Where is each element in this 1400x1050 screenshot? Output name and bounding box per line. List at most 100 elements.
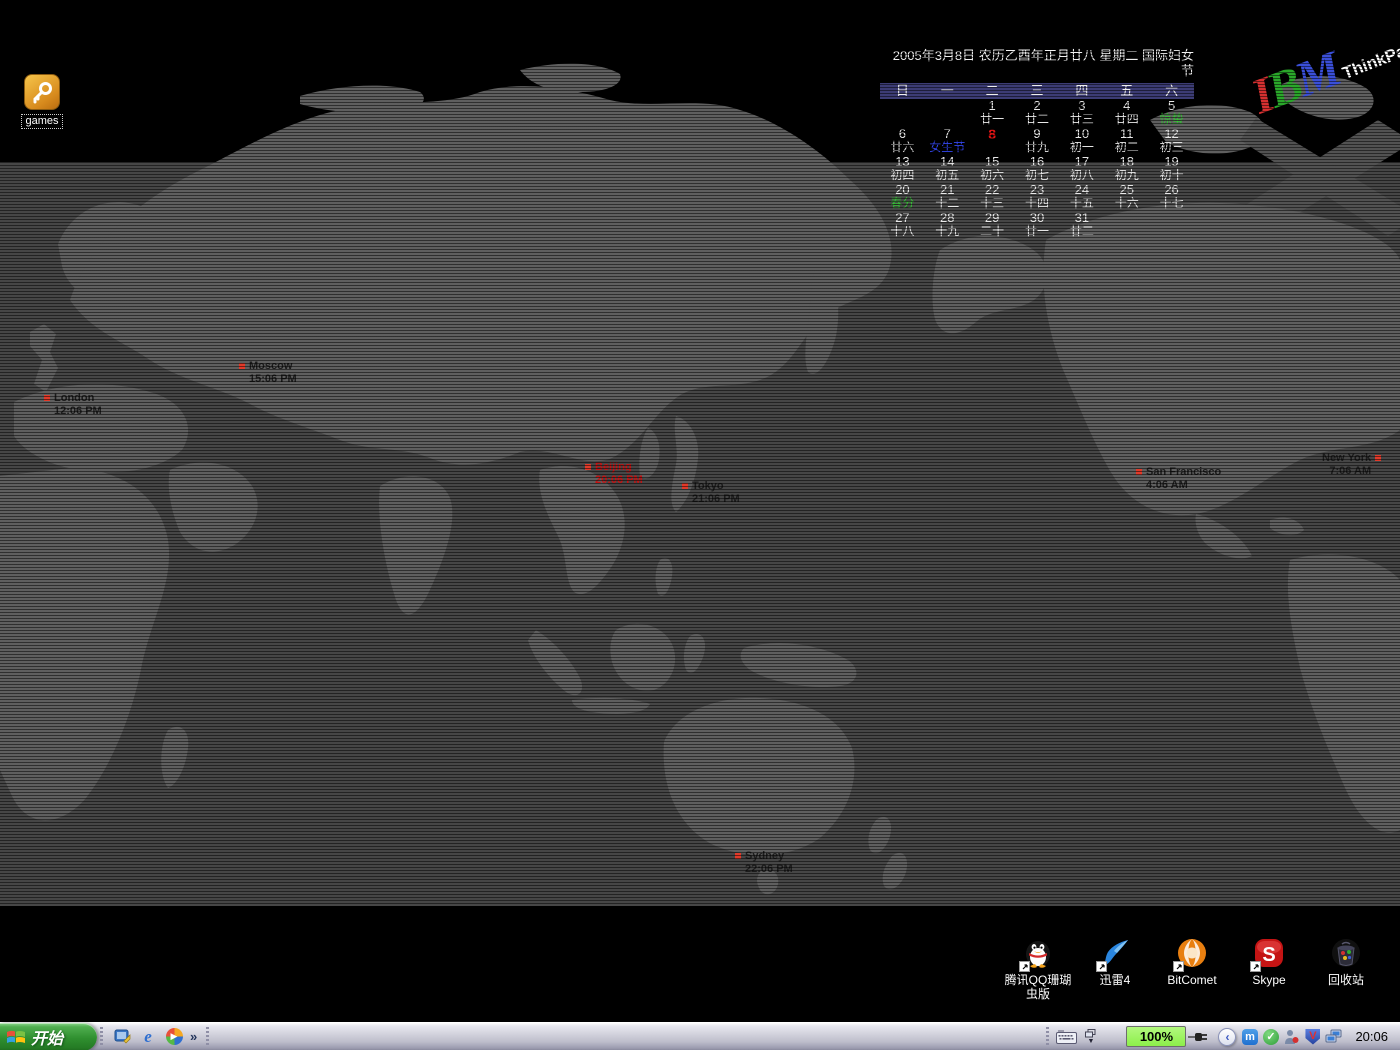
toolbar-drag-handle[interactable]: [100, 1027, 103, 1047]
calendar-cell: 13初四: [880, 155, 925, 183]
toolbar-drag-handle[interactable]: [206, 1027, 209, 1047]
desktop-icon-label[interactable]: 回收站: [1308, 973, 1384, 987]
city-marker-icon: [735, 853, 741, 859]
city-time: 7:06 AM: [1322, 465, 1371, 478]
calendar-cell: 23十四: [1015, 183, 1060, 211]
desktop-icon-qq[interactable]: 腾讯QQ珊瑚虫版: [1000, 936, 1076, 1001]
calendar-cell: 3廿三: [1059, 99, 1104, 127]
desktop-icon-label[interactable]: 腾讯QQ珊瑚虫版: [1000, 973, 1076, 1001]
start-button[interactable]: 开始: [0, 1023, 97, 1050]
desktop-icon-recycle-bin[interactable]: 回收站: [1308, 936, 1384, 987]
media-player-icon[interactable]: ▶: [164, 1027, 184, 1047]
taskbar: 开始 e ▶ » ▼: [0, 1022, 1400, 1050]
caret-down-icon[interactable]: ▼: [1087, 1039, 1094, 1045]
city-name: Beijing: [595, 461, 643, 474]
messenger-tray-icon[interactable]: [1283, 1028, 1300, 1045]
weekday-label: 六: [1149, 83, 1194, 99]
keyboard-icon[interactable]: [1056, 1030, 1077, 1044]
key-icon[interactable]: [24, 74, 60, 110]
city-name: New York: [1322, 452, 1371, 465]
city-marker-icon: [585, 464, 591, 470]
weekday-label: 日: [880, 83, 925, 99]
calendar-cell: 18初九: [1104, 155, 1149, 183]
city-name: Sydney: [745, 850, 793, 863]
show-desktop-icon[interactable]: [112, 1027, 132, 1047]
desktop-icon-label[interactable]: Skype: [1231, 973, 1307, 987]
tray-collapse-chevron[interactable]: ‹: [1218, 1028, 1236, 1046]
city-time: 4:06 AM: [1146, 479, 1221, 492]
weekday-label: 一: [925, 83, 970, 99]
battery-meter[interactable]: 100%: [1126, 1026, 1186, 1047]
weekday-label: 四: [1059, 83, 1104, 99]
qq-penguin-icon[interactable]: [1021, 936, 1055, 970]
language-bar-options[interactable]: ▼: [1085, 1029, 1096, 1045]
recycle-bin-icon[interactable]: [1329, 936, 1363, 970]
shortcut-arrow-icon: [1019, 961, 1030, 972]
calendar-cell: 25十六: [1104, 183, 1149, 211]
calendar-cell: 10初一: [1059, 127, 1104, 155]
calendar-cell: [925, 99, 970, 127]
thunder-bird-icon[interactable]: [1098, 936, 1132, 970]
network-connection-tray-icon[interactable]: [1325, 1028, 1342, 1045]
city-time: 20:06 PM: [595, 474, 643, 487]
calendar-cell-today: 8: [970, 127, 1015, 155]
desktop-icon-label[interactable]: games: [21, 114, 62, 129]
calendar-cell: 26十七: [1149, 183, 1194, 211]
desktop-icon-label[interactable]: 迅雷4: [1077, 973, 1153, 987]
city-name: London: [54, 392, 102, 405]
calendar-cell: 29二十: [970, 211, 1015, 239]
calendar-cell: 27十八: [880, 211, 925, 239]
calendar-cell: 16初七: [1015, 155, 1060, 183]
calendar-cell: 4廿四: [1104, 99, 1149, 127]
city-marker-icon: [682, 483, 688, 489]
desktop-icon-bitcomet[interactable]: BitComet: [1154, 936, 1230, 987]
chinese-calendar-widget: 2005年3月8日 农历乙酉年正月廿八 星期二 国际妇女节 日 一 二 三 四 …: [880, 48, 1194, 239]
city-sydney: Sydney 22:06 PM: [735, 850, 793, 876]
weekday-label: 二: [970, 83, 1015, 99]
calendar-grid: 1廿一 2廿二 3廿三 4廿四 5惊蛰 6廿六 7女生节 8 9廿九 10初一 …: [880, 99, 1194, 239]
city-time: 15:06 PM: [249, 373, 297, 386]
internet-explorer-icon[interactable]: e: [138, 1027, 158, 1047]
restore-window-icon[interactable]: [1085, 1029, 1096, 1038]
calendar-cell: 9廿九: [1015, 127, 1060, 155]
city-marker-icon: [1136, 469, 1142, 475]
desktop-icon-label[interactable]: BitComet: [1154, 973, 1230, 987]
desktop-icon-games[interactable]: games: [14, 74, 70, 129]
calendar-cell: 11初二: [1104, 127, 1149, 155]
skype-icon[interactable]: S: [1252, 936, 1286, 970]
windows-logo-icon: [6, 1028, 26, 1046]
bitcomet-globe-icon[interactable]: [1175, 936, 1209, 970]
city-marker-icon: [1375, 455, 1381, 461]
weekday-label: 三: [1015, 83, 1060, 99]
quick-launch-more-chevron[interactable]: »: [190, 1029, 197, 1044]
taskbar-clock[interactable]: 20:06: [1347, 1029, 1400, 1044]
calendar-cell: 31廿二: [1059, 211, 1104, 239]
calendar-title: 2005年3月8日 农历乙酉年正月廿八 星期二 国际妇女节: [880, 48, 1194, 78]
city-marker-icon: [44, 395, 50, 401]
shortcut-arrow-icon: [1250, 961, 1261, 972]
shortcut-arrow-icon: [1096, 961, 1107, 972]
calendar-cell: 1廿一: [970, 99, 1015, 127]
city-time: 12:06 PM: [54, 405, 102, 418]
calendar-cell: 5惊蛰: [1149, 99, 1194, 127]
city-moscow: Moscow 15:06 PM: [239, 360, 297, 386]
calendar-cell: 14初五: [925, 155, 970, 183]
desktop-icon-skype[interactable]: S Skype: [1231, 936, 1307, 987]
city-time: 21:06 PM: [692, 493, 740, 506]
quick-launch-bar: e ▶ »: [106, 1027, 203, 1047]
city-name: Moscow: [249, 360, 297, 373]
maxthon-tray-icon[interactable]: m: [1241, 1028, 1258, 1045]
desktop-icon-xunlei[interactable]: 迅雷4: [1077, 936, 1153, 987]
antivirus-shield-tray-icon[interactable]: V: [1304, 1028, 1321, 1045]
antivirus-ok-tray-icon[interactable]: ✓: [1262, 1028, 1279, 1045]
svg-text:S: S: [1262, 944, 1275, 966]
calendar-cell: 19初十: [1149, 155, 1194, 183]
calendar-cell: 17初八: [1059, 155, 1104, 183]
start-button-label[interactable]: 开始: [31, 1025, 63, 1049]
calendar-cell: 7女生节: [925, 127, 970, 155]
city-london: London 12:06 PM: [44, 392, 102, 418]
city-tokyo: Tokyo 21:06 PM: [682, 480, 740, 506]
toolbar-drag-handle[interactable]: [1046, 1027, 1049, 1047]
calendar-cell: 21十二: [925, 183, 970, 211]
calendar-cell: [880, 99, 925, 127]
